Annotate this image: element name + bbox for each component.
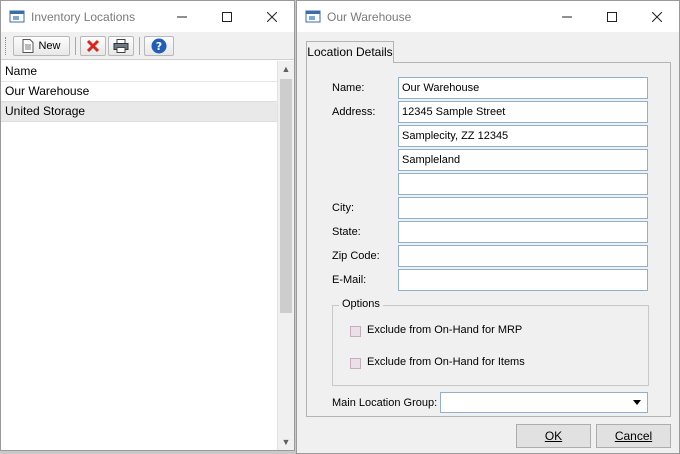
- minimize-icon: [176, 16, 187, 17]
- main-location-group-label: Main Location Group:: [332, 397, 438, 409]
- help-icon: ?: [151, 38, 167, 53]
- toolbar-separator: [75, 36, 76, 55]
- scrollbar-thumb[interactable]: [280, 79, 292, 313]
- window-title: Inventory Locations: [31, 9, 136, 24]
- close-button[interactable]: [249, 1, 294, 32]
- print-button[interactable]: [108, 35, 134, 56]
- minimize-icon: [561, 16, 572, 17]
- state-label: State:: [332, 226, 361, 238]
- title-bar[interactable]: Inventory Locations: [1, 1, 294, 32]
- exclude-mrp-label[interactable]: Exclude from On-Hand for MRP: [367, 324, 522, 336]
- exclude-mrp-checkbox[interactable]: [350, 326, 361, 337]
- print-icon: [113, 38, 129, 53]
- app-icon: [305, 9, 321, 25]
- address-label: Address:: [332, 106, 376, 118]
- svg-text:?: ?: [156, 40, 162, 53]
- close-icon: [266, 11, 277, 22]
- list-item[interactable]: Our Warehouse: [1, 82, 279, 101]
- zip-code-field[interactable]: [398, 245, 648, 267]
- location-details-window: Our Warehouse Location Details Name: Our…: [296, 0, 680, 454]
- address-line-3-field[interactable]: Sampleland: [398, 149, 648, 171]
- locations-list[interactable]: Name Our Warehouse United Storage: [1, 61, 279, 450]
- toolbar-grip[interactable]: [5, 36, 9, 55]
- toolbar-separator: [139, 36, 140, 55]
- options-legend: Options: [339, 298, 383, 310]
- cancel-button[interactable]: Cancel: [596, 424, 671, 448]
- new-button[interactable]: New: [13, 35, 70, 56]
- address-line-2-field[interactable]: Samplecity, ZZ 12345: [398, 125, 648, 147]
- zip-code-label: Zip Code:: [332, 250, 380, 262]
- maximize-button[interactable]: [204, 1, 249, 32]
- new-document-icon: [22, 38, 34, 53]
- options-group: Options Exclude from On-Hand for MRP Exc…: [332, 298, 649, 386]
- city-field[interactable]: [398, 197, 648, 219]
- close-icon: [651, 11, 662, 22]
- chevron-up-icon[interactable]: ▲: [278, 61, 294, 77]
- ok-button[interactable]: OK: [516, 424, 591, 448]
- title-bar[interactable]: Our Warehouse: [297, 1, 679, 32]
- delete-icon: [86, 39, 100, 52]
- minimize-button[interactable]: [159, 1, 204, 32]
- state-field[interactable]: [398, 221, 648, 243]
- email-label: E-Mail:: [332, 274, 367, 286]
- close-button[interactable]: [634, 1, 679, 32]
- toolbar: New ?: [1, 32, 294, 60]
- name-label: Name:: [332, 82, 365, 94]
- list-scrollbar[interactable]: ▲ ▼: [277, 61, 294, 450]
- help-button[interactable]: ?: [144, 35, 174, 56]
- city-label: City:: [332, 202, 354, 214]
- list-header-name[interactable]: Name: [1, 61, 279, 82]
- email-field[interactable]: [398, 269, 648, 291]
- maximize-icon: [221, 11, 232, 22]
- location-details-panel: Name: Our Warehouse Address: 12345 Sampl…: [306, 62, 671, 417]
- inventory-locations-window: Inventory Locations New ? Name Our Wareh…: [0, 0, 295, 451]
- address-line-1-field[interactable]: 12345 Sample Street: [398, 101, 648, 123]
- list-item[interactable]: United Storage: [1, 101, 279, 122]
- minimize-button[interactable]: [544, 1, 589, 32]
- name-field[interactable]: Our Warehouse: [398, 77, 648, 99]
- maximize-icon: [606, 11, 617, 22]
- delete-button[interactable]: [80, 35, 106, 56]
- app-icon: [9, 9, 25, 25]
- address-line-4-field[interactable]: [398, 173, 648, 195]
- chevron-down-icon[interactable]: [633, 400, 641, 405]
- exclude-items-checkbox[interactable]: [350, 358, 361, 369]
- main-location-group-select[interactable]: [440, 392, 648, 413]
- maximize-button[interactable]: [589, 1, 634, 32]
- tab-location-details[interactable]: Location Details: [306, 41, 394, 63]
- chevron-down-icon[interactable]: ▼: [278, 434, 294, 450]
- exclude-items-label[interactable]: Exclude from On-Hand for Items: [367, 356, 525, 368]
- window-title: Our Warehouse: [327, 9, 412, 24]
